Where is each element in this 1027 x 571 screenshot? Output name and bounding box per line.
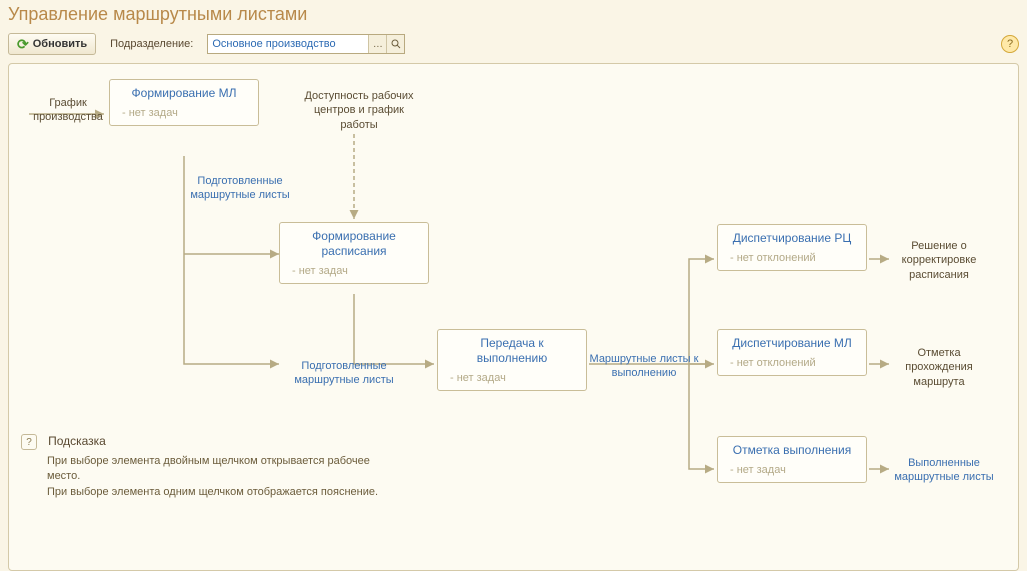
node-title: Формирование расписания (288, 229, 420, 259)
node-subtitle: - нет задач (446, 372, 578, 384)
node-title: Диспетчирование МЛ (726, 336, 858, 351)
node-exec-mark[interactable]: Отметка выполнения - нет задач (717, 436, 867, 483)
hint-line: При выборе элемента одним щелчком отобра… (47, 485, 381, 500)
node-subtitle: - нет задач (118, 107, 250, 119)
department-select[interactable]: … (207, 34, 405, 54)
node-subtitle: - нет отклонений (726, 357, 858, 369)
hint-icon: ? (21, 434, 37, 450)
refresh-button[interactable]: ⟳ Обновить (8, 33, 96, 55)
department-label: Подразделение: (110, 38, 193, 50)
select-ellipsis-icon[interactable]: … (368, 35, 386, 53)
hint-line: При выборе элемента двойным щелчком откр… (47, 454, 381, 485)
label-prepared-1: Подготовленные маршрутные листы (185, 174, 295, 203)
refresh-label: Обновить (33, 38, 87, 50)
label-schedule-input: График производства (23, 96, 113, 125)
node-title: Диспетчирование РЦ (726, 231, 858, 246)
label-done-sheets: Выполненные маршрутные листы (889, 456, 999, 485)
label-sheets-to-exec: Маршрутные листы к выполнению (589, 352, 699, 381)
help-button[interactable]: ? (1001, 35, 1019, 53)
hint-box: ? Подсказка При выборе элемента двойным … (21, 434, 381, 500)
node-form-schedule[interactable]: Формирование расписания - нет задач (279, 222, 429, 284)
node-disp-rc[interactable]: Диспетчирование РЦ - нет отклонений (717, 224, 867, 271)
node-title: Передача к выполнению (446, 336, 578, 366)
label-decision: Решение о корректировке расписания (889, 239, 989, 282)
page-title: Управление маршрутными листами (0, 0, 1027, 31)
node-form-ml[interactable]: Формирование МЛ - нет задач (109, 79, 259, 126)
node-subtitle: - нет отклонений (726, 252, 858, 264)
refresh-icon: ⟳ (17, 37, 29, 51)
node-subtitle: - нет задач (288, 265, 420, 277)
hint-title: Подсказка (48, 434, 106, 448)
flow-canvas: График производства Формирование МЛ - не… (8, 63, 1019, 571)
label-availability: Доступность рабочих центров и график раб… (299, 89, 419, 132)
department-input[interactable] (208, 35, 368, 53)
node-subtitle: - нет задач (726, 464, 858, 476)
label-prepared-2: Подготовленные маршрутные листы (289, 359, 399, 388)
node-title: Отметка выполнения (726, 443, 858, 458)
toolbar: ⟳ Обновить Подразделение: … ? (0, 31, 1027, 63)
help-icon: ? (1007, 38, 1013, 50)
select-search-icon[interactable] (386, 35, 404, 53)
node-disp-ml[interactable]: Диспетчирование МЛ - нет отклонений (717, 329, 867, 376)
node-title: Формирование МЛ (118, 86, 250, 101)
node-transfer[interactable]: Передача к выполнению - нет задач (437, 329, 587, 391)
label-route-mark: Отметка прохождения маршрута (889, 346, 989, 389)
